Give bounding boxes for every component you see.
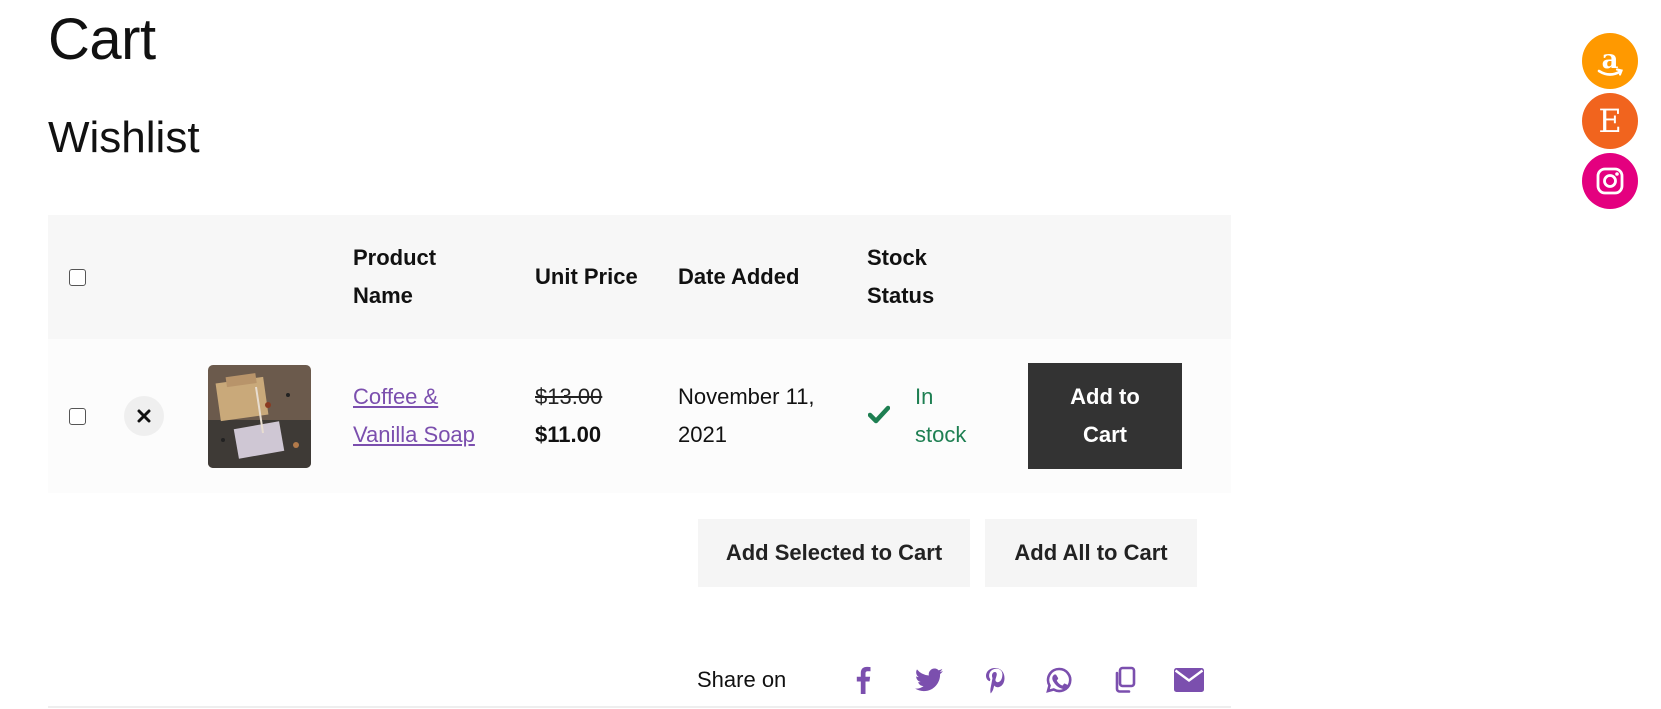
add-all-to-cart-button[interactable]: Add All to Cart (985, 519, 1197, 587)
add-to-cart-button[interactable]: Add to Cart (1028, 363, 1182, 469)
email-icon[interactable] (1172, 664, 1206, 696)
sale-price: $11.00 (535, 422, 602, 447)
section-title-wishlist: Wishlist (48, 113, 200, 162)
date-added: November 11, 2021 (678, 384, 815, 447)
select-all-checkbox[interactable] (69, 269, 86, 286)
pinterest-icon[interactable] (978, 664, 1012, 696)
svg-text:a: a (1602, 45, 1619, 75)
divider (48, 706, 1231, 708)
header-unit-price: Unit Price (535, 264, 638, 289)
svg-text:E: E (1598, 102, 1621, 140)
close-icon (137, 409, 151, 423)
copy-icon[interactable] (1108, 664, 1142, 696)
etsy-icon[interactable]: E (1582, 93, 1638, 149)
instagram-icon[interactable] (1582, 153, 1638, 209)
stock-status: In stock (915, 384, 967, 447)
header-product-name: Product Name (353, 245, 437, 308)
old-price: $13.00 (535, 384, 603, 409)
whatsapp-icon[interactable] (1042, 664, 1076, 696)
add-selected-to-cart-button[interactable]: Add Selected to Cart (698, 519, 970, 587)
amazon-icon[interactable]: a (1582, 33, 1638, 89)
table-row: Coffee & Vanilla Soap $13.00 $11.00 Nove… (48, 339, 1231, 493)
table-header: Product Name Unit Price Date Added Stock… (48, 215, 1231, 339)
facebook-icon[interactable] (846, 664, 880, 696)
header-stock-status: Stock Status (867, 245, 935, 308)
remove-item-button[interactable] (124, 396, 164, 436)
row-checkbox[interactable] (69, 408, 86, 425)
header-date-added: Date Added (678, 264, 800, 289)
checkmark-icon (867, 405, 891, 424)
page-title: Cart (48, 7, 156, 72)
twitter-icon[interactable] (912, 664, 946, 696)
wishlist-table: Product Name Unit Price Date Added Stock… (48, 215, 1231, 493)
product-name-link[interactable]: Coffee & Vanilla Soap (353, 378, 475, 454)
share-label: Share on (697, 667, 787, 692)
product-thumbnail[interactable] (208, 365, 311, 468)
unit-price: $13.00 $11.00 (535, 378, 602, 454)
